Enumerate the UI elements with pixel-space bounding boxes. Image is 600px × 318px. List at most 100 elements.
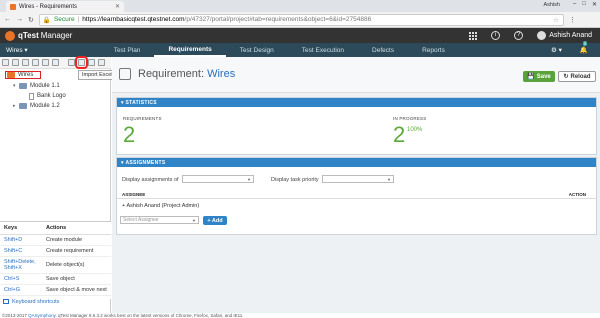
task-priority-select[interactable]: ▼ — [322, 175, 394, 183]
bell-icon[interactable]: 🔔 0 — [580, 41, 588, 54]
table-row: Shift+D Create module — [0, 234, 111, 246]
add-assignee-button[interactable]: + Add — [203, 216, 227, 225]
company-link[interactable]: QASymphony — [28, 313, 55, 318]
header-icons: i ? Ashish Anand — [469, 31, 592, 40]
refresh-tree-icon[interactable] — [68, 59, 75, 66]
in-progress-percent: 100% — [407, 127, 423, 133]
save-label: Save — [536, 73, 551, 80]
table-row: Ctrl+G Save object & move next — [0, 284, 111, 296]
collapse-icon[interactable] — [98, 59, 105, 66]
gear-icon[interactable]: ⚙ ▾ — [551, 46, 562, 54]
avatar — [537, 31, 547, 40]
task-priority-label: Display task priority — [271, 177, 319, 183]
export-icon[interactable] — [88, 59, 95, 66]
table-row: Shift+C Create requirement — [0, 245, 111, 257]
nav-tabs: Test Plan Requirements Test Design Test … — [100, 43, 459, 57]
assignee-name: Ashish Anand (Project Admin) — [126, 203, 200, 209]
statistics-header[interactable]: ▾ STATISTICS — [117, 98, 596, 107]
qtest-logo[interactable]: qTest Manager — [5, 30, 73, 41]
keyboard-shortcuts-label: Keyboard shortcuts — [12, 299, 60, 305]
assignments-header[interactable]: ▾ ASSIGNMENTS — [117, 158, 596, 167]
keyboard-shortcuts-table: Keys Actions Shift+D Create module Shift… — [0, 221, 111, 299]
app-header: qTest Manager i ? Ashish Anand — [0, 28, 600, 43]
new-module-icon[interactable] — [2, 59, 9, 66]
reload-icon: ↻ — [563, 74, 569, 80]
requirements-count-label: REQUIREMENTS — [123, 116, 162, 121]
save-icon: 💾 — [527, 74, 535, 80]
tab-test-plan[interactable]: Test Plan — [100, 43, 155, 57]
in-progress-label: IN PROGRESS — [393, 116, 427, 121]
secure-label: Secure — [53, 16, 75, 23]
assignee-row: + Ashish Anand (Project Admin) — [122, 203, 200, 209]
shortcut-key: Shift+D — [0, 234, 42, 246]
keyboard-icon — [3, 299, 9, 305]
shortcut-action: Delete object(s) — [42, 256, 111, 274]
tab-defects[interactable]: Defects — [358, 43, 408, 57]
address-bar: ← → ↻ 🔒 Secure | https://learnbasicqtest… — [0, 12, 600, 28]
tab-test-design[interactable]: Test Design — [226, 43, 288, 57]
new-requirement-icon[interactable] — [12, 59, 19, 66]
filter-icon[interactable] — [22, 59, 29, 66]
tree-item-module-1-2[interactable]: ▸ Module 1.2 — [13, 102, 60, 110]
paste-icon[interactable] — [52, 59, 59, 66]
display-assignments-select[interactable]: ▼ — [182, 175, 254, 183]
shortcut-key: Shift+C — [0, 245, 42, 257]
browser-note: . qTest Manager 8.6.3.2 works best on th… — [55, 313, 244, 318]
back-icon[interactable]: ← — [4, 16, 11, 23]
maximize-icon[interactable]: □ — [582, 1, 586, 8]
menu-icon[interactable]: ⋮ — [569, 16, 576, 24]
bookmark-star-icon[interactable]: ☆ — [553, 16, 559, 24]
url-host: https://learnbasicqtest.qtestnet.com — [82, 16, 185, 23]
actions-header: Actions — [42, 222, 111, 235]
assignments-title: ASSIGNMENTS — [125, 159, 166, 166]
tab-requirements[interactable]: Requirements — [154, 43, 226, 57]
import-excel-tooltip: Import Excel — [78, 70, 117, 80]
window-controls: – □ ✕ — [573, 1, 597, 8]
delete-icon[interactable] — [32, 59, 39, 66]
tree-root-label: Wires — [18, 72, 34, 78]
url-path: /p/47327/portal/project#tab=requirements… — [184, 16, 372, 23]
statistics-title: STATISTICS — [125, 99, 157, 106]
close-tab-icon[interactable]: ✕ — [115, 3, 120, 10]
apps-grid-icon[interactable] — [469, 31, 478, 40]
save-button[interactable]: 💾 Save — [523, 71, 555, 82]
info-icon[interactable]: i — [491, 31, 501, 40]
minimize-icon[interactable]: – — [573, 1, 576, 8]
page-title: Requirement: Wires — [138, 68, 235, 80]
chevron-down-icon: ▼ — [387, 176, 391, 182]
forward-icon[interactable]: → — [16, 16, 23, 23]
browser-tab[interactable]: Wires - Requirements ✕ — [6, 1, 124, 12]
tab-reports[interactable]: Reports — [408, 43, 459, 57]
url-separator: | — [77, 16, 80, 23]
tab-test-execution[interactable]: Test Execution — [288, 43, 358, 57]
tree-item-module-1-1[interactable]: ▾ Module 1.1 — [13, 82, 60, 90]
project-selector[interactable]: Wires ▾ — [6, 46, 28, 54]
main-nav: Wires ▾ Test Plan Requirements Test Desi… — [0, 41, 600, 57]
browser-tab-title: Wires - Requirements — [19, 3, 78, 10]
logo-brand: qTest — [18, 31, 39, 40]
import-excel-icon[interactable] — [75, 56, 88, 69]
lock-icon: 🔒 — [42, 16, 51, 24]
close-window-icon[interactable]: ✕ — [592, 1, 597, 8]
project-folder-icon — [7, 72, 15, 78]
page-title-name: Wires — [207, 68, 236, 80]
logo-product: Manager — [40, 31, 73, 40]
notification-badge: 0 — [582, 41, 588, 46]
reload-button[interactable]: ↻ Reload — [558, 71, 596, 82]
refresh-icon[interactable]: ↻ — [28, 16, 34, 24]
tree-item-bank-logo[interactable]: Bank Logo — [29, 92, 66, 100]
copy-icon[interactable] — [42, 59, 49, 66]
nav-right-icons: ⚙ ▾ 🔔 0 — [551, 41, 588, 54]
browser-user[interactable]: Ashish — [543, 2, 560, 8]
help-icon[interactable]: ? — [514, 31, 524, 40]
url-field[interactable]: 🔒 Secure | https://learnbasicqtest.qtest… — [38, 13, 564, 26]
copyright: ©2013-2017 — [2, 313, 29, 318]
select-assignee-dropdown[interactable]: Select Assignee ▼ — [120, 216, 199, 224]
display-assignments-label: Display assignments of — [122, 177, 179, 183]
keyboard-shortcuts-link[interactable]: Keyboard shortcuts — [3, 299, 59, 305]
tree-item-label: Bank Logo — [37, 93, 66, 99]
assignments-panel: ▾ ASSIGNMENTS Display assignments of ▼ D… — [116, 157, 597, 235]
tree-root-wires[interactable]: Wires — [5, 71, 41, 79]
table-row: Shift+Delete, Shift+X Delete object(s) — [0, 256, 111, 274]
user-menu[interactable]: Ashish Anand — [537, 31, 592, 40]
